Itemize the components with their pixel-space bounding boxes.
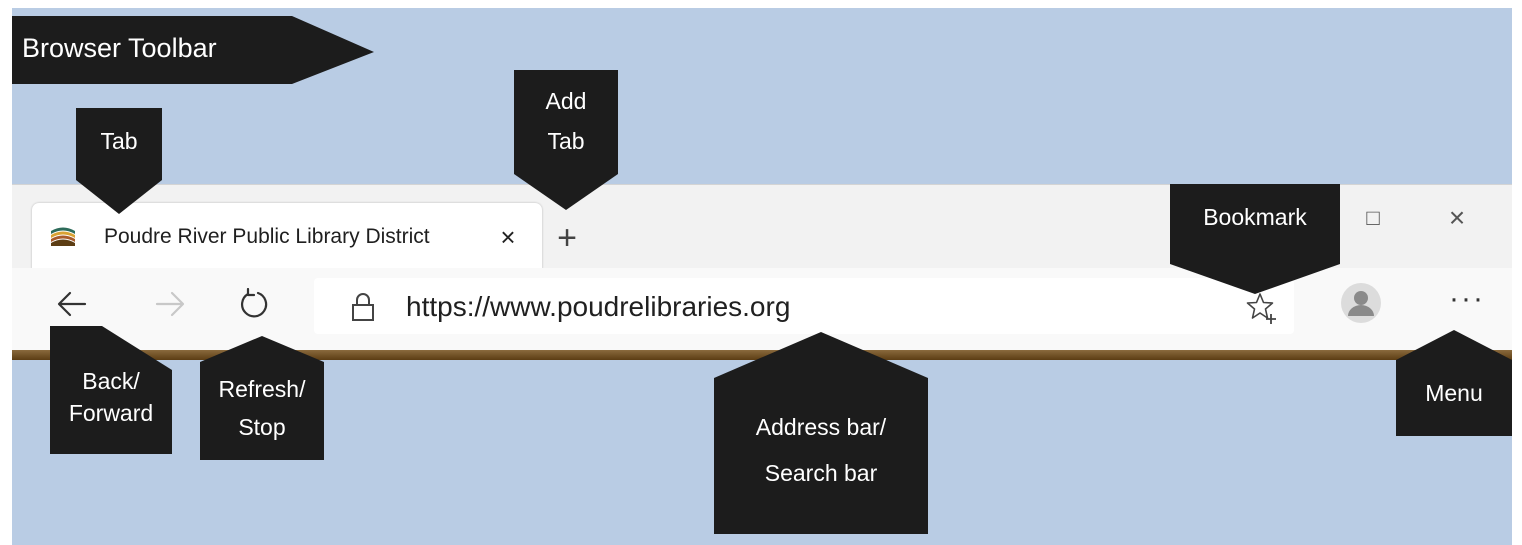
back-button[interactable] [48, 280, 96, 328]
new-tab-button[interactable]: + [550, 221, 584, 255]
callout-shape [1170, 184, 1340, 294]
maximize-button[interactable]: □ [1360, 205, 1386, 231]
refresh-button[interactable] [230, 280, 278, 328]
forward-button[interactable] [146, 280, 194, 328]
callout-label: Address bar/ [755, 414, 887, 440]
refresh-icon [241, 288, 268, 318]
callout-add-tab: Add Tab [514, 70, 618, 210]
lock-icon [352, 293, 374, 321]
library-logo-icon [51, 227, 75, 246]
callout-tab: Tab [76, 108, 162, 214]
arrow-left-icon [57, 291, 87, 317]
callout-label: Back/ [82, 368, 140, 394]
callout-label: Search bar [764, 460, 878, 486]
address-bar[interactable]: https://www.poudrelibraries.org [314, 278, 1294, 334]
callout-label: Bookmark [1203, 204, 1307, 230]
tab-close-button[interactable]: × [492, 223, 524, 251]
callout-label: Add [545, 88, 587, 114]
callout-label: Tab [100, 128, 138, 154]
menu-button[interactable]: ··· [1446, 284, 1488, 318]
callout-label: Menu [1425, 380, 1483, 406]
callout-bookmark: Bookmark [1170, 184, 1340, 294]
callout-label: Forward [68, 400, 154, 426]
callout-back-forward: Back/ Forward [50, 326, 172, 454]
callout-label: Refresh/ [218, 376, 306, 402]
annotated-screenshot: Poudre River Public Library District × +… [0, 0, 1522, 545]
callout-label: Browser Toolbar [22, 33, 217, 63]
window-close-button[interactable]: × [1442, 203, 1472, 233]
callout-browser-toolbar: Browser Toolbar [12, 16, 374, 84]
callout-address-bar: Address bar/ Search bar [714, 332, 928, 534]
callout-refresh-stop: Refresh/ Stop [200, 336, 324, 460]
callout-label: Tab [547, 128, 585, 154]
callout-shape [76, 108, 162, 214]
address-url[interactable]: https://www.poudrelibraries.org [406, 288, 790, 326]
avatar-icon[interactable] [1340, 282, 1382, 324]
tab-title: Poudre River Public Library District [104, 225, 430, 248]
arrow-right-icon [155, 291, 185, 317]
star-plus-icon[interactable] [1244, 290, 1280, 326]
callout-menu: Menu [1396, 330, 1512, 436]
tab-title-fade [442, 217, 492, 257]
callout-label: Stop [238, 414, 286, 440]
